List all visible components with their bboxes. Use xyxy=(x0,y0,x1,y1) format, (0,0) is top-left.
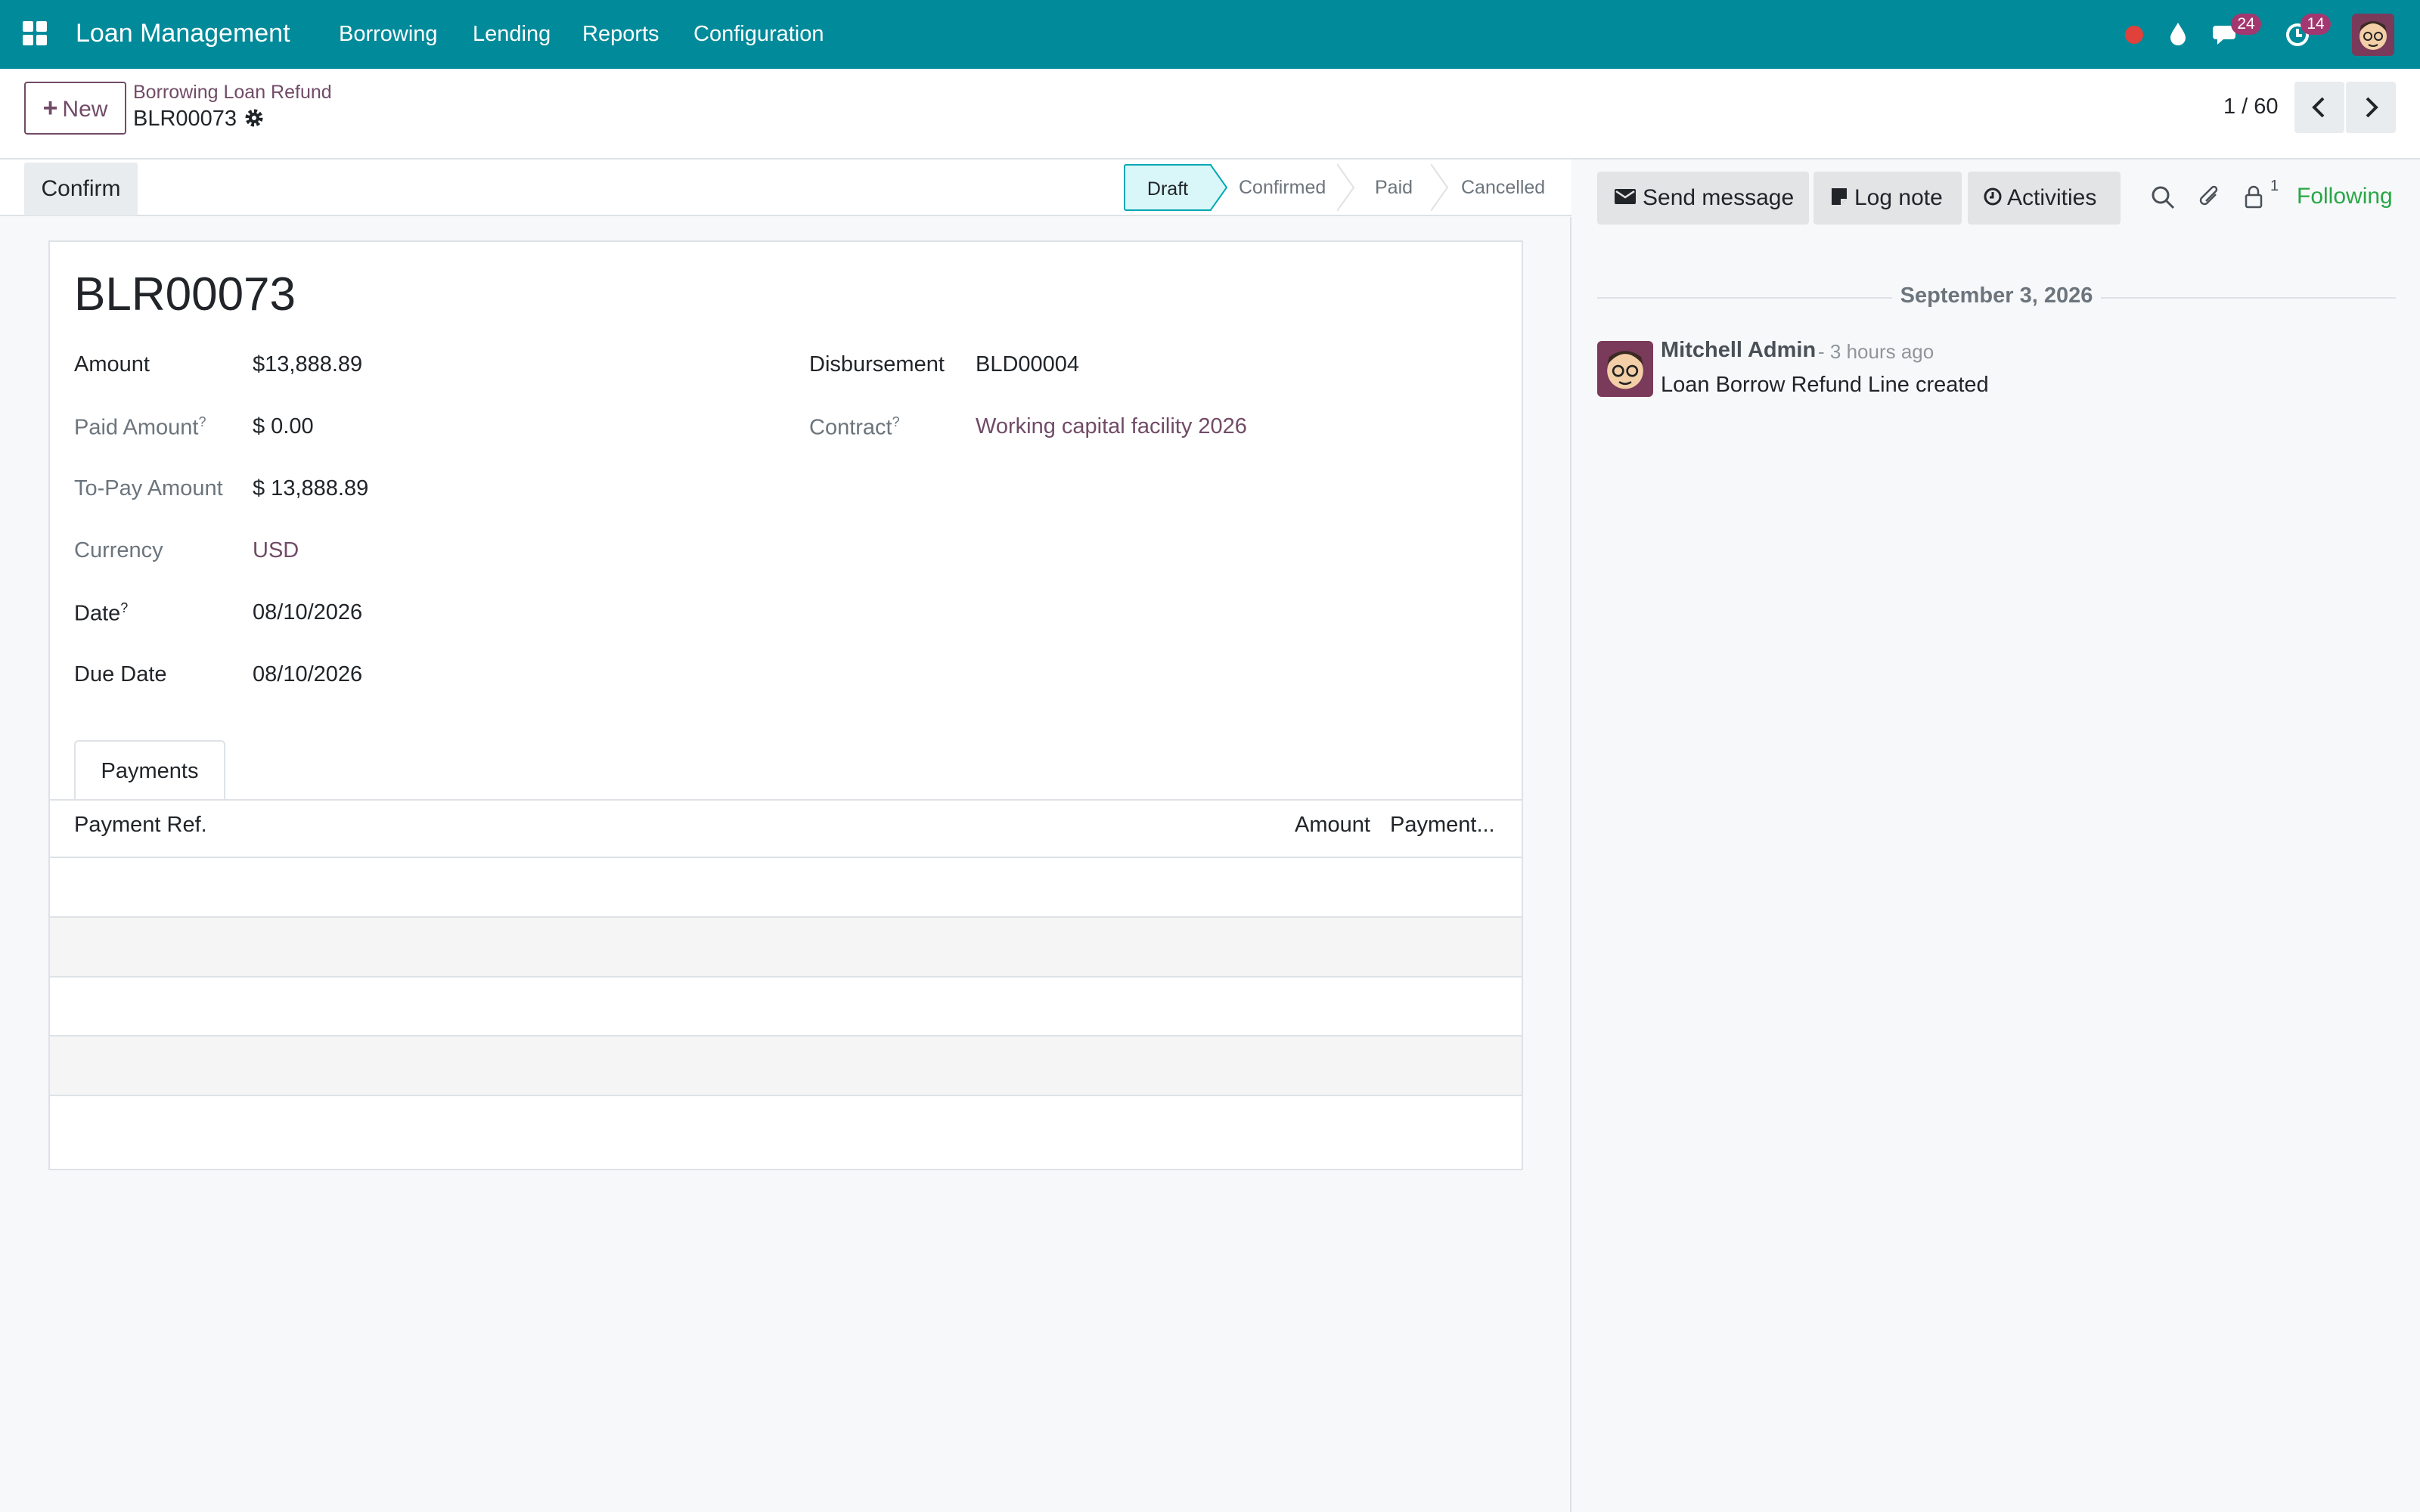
form-view: BLR00073 Amount $13,888.89 Paid Amount? … xyxy=(0,217,1571,1512)
envelope-icon xyxy=(1615,189,1636,205)
table-row-divider xyxy=(50,1095,1522,1096)
activities-label: Activities xyxy=(2007,185,2097,210)
activities-count-badge: 14 xyxy=(2301,14,2331,35)
field-value-to-pay-amount: $ 13,888.89 xyxy=(253,476,369,500)
stage-draft[interactable]: Draft xyxy=(1124,164,1212,211)
avatar[interactable] xyxy=(1597,341,1653,397)
pager-value[interactable]: 1 / 60 xyxy=(2223,94,2279,119)
app-title[interactable]: Loan Management xyxy=(76,19,290,48)
user-avatar[interactable] xyxy=(2352,14,2394,56)
message-author[interactable]: Mitchell Admin xyxy=(1661,338,1816,363)
send-message-button[interactable]: Send message xyxy=(1597,172,1809,225)
apps-grid-icon[interactable] xyxy=(23,21,48,47)
date-separator: September 3, 2026 xyxy=(1597,282,2396,312)
field-value-currency[interactable]: USD xyxy=(253,538,299,563)
followers-count: 1 xyxy=(2270,178,2279,194)
gear-icon[interactable] xyxy=(244,107,265,129)
stage-confirmed[interactable]: Confirmed xyxy=(1239,164,1326,211)
field-label-date: Date? xyxy=(74,600,129,626)
column-header-payment[interactable]: Payment... xyxy=(1390,813,1495,838)
table-row xyxy=(50,1036,1522,1095)
menu-reports[interactable]: Reports xyxy=(582,22,659,47)
table-row-divider xyxy=(50,916,1522,918)
lock-icon[interactable] xyxy=(2240,184,2267,211)
menu-borrowing[interactable]: Borrowing xyxy=(339,22,438,47)
menu-lending[interactable]: Lending xyxy=(473,22,551,47)
field-label-contract: Contract? xyxy=(809,414,900,440)
water-drop-icon[interactable] xyxy=(2163,18,2193,48)
messages-count-badge: 24 xyxy=(2231,14,2261,35)
menu-configuration[interactable]: Configuration xyxy=(693,22,824,47)
send-message-label: Send message xyxy=(1643,185,1795,210)
recording-dot-icon[interactable] xyxy=(2119,18,2149,48)
stage-separator-arrow xyxy=(1210,164,1228,211)
log-note-button[interactable]: Log note xyxy=(1813,172,1962,225)
stage-cancelled[interactable]: Cancelled xyxy=(1461,164,1545,211)
field-value-paid-amount: $ 0.00 xyxy=(253,414,314,438)
field-label-to-pay-amount: To-Pay Amount xyxy=(74,476,223,500)
field-label-paid-amount: Paid Amount? xyxy=(74,414,206,440)
top-navbar: Loan Management Borrowing Lending Report… xyxy=(0,0,2420,69)
log-note-label: Log note xyxy=(1854,185,1943,210)
breadcrumb-current: BLR00073 xyxy=(133,107,237,131)
field-value-date[interactable]: 08/10/2026 xyxy=(253,600,362,625)
clock-icon xyxy=(1984,187,2002,206)
tab-divider xyxy=(50,799,1522,801)
activities-button[interactable]: Activities xyxy=(1968,172,2121,225)
pager-previous-button[interactable] xyxy=(2294,82,2344,133)
table-row xyxy=(50,917,1522,976)
table-row-divider xyxy=(50,1035,1522,1036)
help-tooltip-icon[interactable]: ? xyxy=(892,414,900,429)
search-icon[interactable] xyxy=(2149,184,2176,211)
column-header-payment-ref[interactable]: Payment Ref. xyxy=(74,813,207,838)
field-value-contract[interactable]: Working capital facility 2026 xyxy=(976,414,1247,439)
field-label-due-date: Due Date xyxy=(74,662,167,686)
new-button[interactable]: + New xyxy=(24,82,126,135)
message-timestamp: - 3 hours ago xyxy=(1818,340,1934,363)
help-tooltip-icon[interactable]: ? xyxy=(198,414,206,429)
form-sheet: BLR00073 Amount $13,888.89 Paid Amount? … xyxy=(48,240,1523,1170)
chevron-left-icon xyxy=(2312,97,2325,118)
note-icon xyxy=(1832,188,1847,206)
following-button[interactable]: Following xyxy=(2297,184,2393,209)
date-separator-label: September 3, 2026 xyxy=(1900,284,2093,308)
table-row-divider xyxy=(50,976,1522,978)
field-value-disbursement[interactable]: BLD00004 xyxy=(976,352,1079,377)
field-label-currency: Currency xyxy=(74,538,163,562)
pager-next-button[interactable] xyxy=(2346,82,2396,133)
field-value-amount[interactable]: $13,888.89 xyxy=(253,352,362,377)
field-label-amount: Amount xyxy=(74,352,150,376)
message-body: Loan Borrow Refund Line created xyxy=(1661,373,1989,397)
confirm-button[interactable]: Confirm xyxy=(24,163,138,215)
column-header-amount[interactable]: Amount xyxy=(1295,813,1370,838)
status-bar: Confirm Draft Confirmed Paid Cancelled xyxy=(0,160,1571,216)
field-value-due-date[interactable]: 08/10/2026 xyxy=(253,662,362,687)
tab-payments[interactable]: Payments xyxy=(74,740,225,801)
table-row-divider xyxy=(50,857,1522,858)
control-panel: + New Borrowing Loan Refund BLR00073 1 / … xyxy=(0,69,2420,160)
stage-paid[interactable]: Paid xyxy=(1375,164,1413,211)
stage-separator-arrow xyxy=(1431,164,1449,211)
record-name: BLR00073 xyxy=(74,268,296,321)
new-button-label: New xyxy=(62,97,108,122)
breadcrumb-parent[interactable]: Borrowing Loan Refund xyxy=(133,82,332,104)
chevron-right-icon xyxy=(2366,97,2378,118)
field-label-disbursement: Disbursement xyxy=(809,352,945,376)
chatter-panel: Send message Log note Activities 1 Follo… xyxy=(1573,160,2420,1512)
paperclip-icon[interactable] xyxy=(2196,184,2223,211)
help-tooltip-icon[interactable]: ? xyxy=(120,600,128,615)
stage-separator-arrow xyxy=(1337,164,1355,211)
